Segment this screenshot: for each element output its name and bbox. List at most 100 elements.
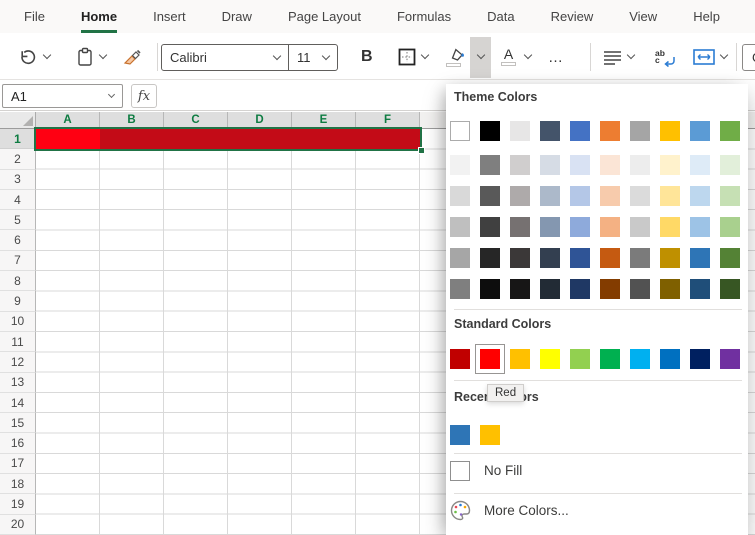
- menu-tab-page-layout[interactable]: Page Layout: [288, 0, 361, 33]
- color-swatch[interactable]: [450, 155, 470, 175]
- color-swatch[interactable]: [600, 248, 620, 268]
- row-header-5[interactable]: 5: [0, 210, 36, 230]
- color-swatch[interactable]: [690, 121, 710, 141]
- color-swatch[interactable]: [510, 349, 530, 369]
- menu-tab-insert[interactable]: Insert: [153, 0, 186, 33]
- color-swatch[interactable]: [480, 248, 500, 268]
- color-swatch[interactable]: [660, 248, 680, 268]
- color-swatch[interactable]: [480, 121, 500, 141]
- color-swatch[interactable]: [660, 217, 680, 237]
- color-swatch[interactable]: [690, 279, 710, 299]
- row-header-15[interactable]: 15: [0, 413, 36, 433]
- color-swatch[interactable]: [540, 121, 560, 141]
- format-painter-button[interactable]: [122, 35, 144, 79]
- color-swatch[interactable]: [690, 186, 710, 206]
- chevron-down-icon[interactable]: [99, 51, 107, 59]
- menu-tab-data[interactable]: Data: [487, 0, 514, 33]
- chevron-down-icon[interactable]: [421, 51, 429, 59]
- color-swatch[interactable]: [450, 217, 470, 237]
- menu-tab-help[interactable]: Help: [693, 0, 720, 33]
- row-header-2[interactable]: 2: [0, 149, 36, 169]
- row-header-19[interactable]: 19: [0, 494, 36, 514]
- color-swatch[interactable]: [510, 121, 530, 141]
- color-swatch[interactable]: [450, 248, 470, 268]
- row-header-4[interactable]: 4: [0, 190, 36, 210]
- row-header-9[interactable]: 9: [0, 291, 36, 311]
- color-swatch[interactable]: [570, 155, 590, 175]
- more-font-options-button[interactable]: …: [548, 35, 565, 79]
- color-swatch[interactable]: [570, 186, 590, 206]
- row-header-18[interactable]: 18: [0, 474, 36, 494]
- color-swatch[interactable]: [600, 121, 620, 141]
- color-swatch[interactable]: [570, 248, 590, 268]
- bold-button[interactable]: B: [361, 35, 373, 79]
- color-swatch[interactable]: [570, 121, 590, 141]
- color-swatch[interactable]: [630, 186, 650, 206]
- color-swatch[interactable]: [630, 121, 650, 141]
- color-swatch[interactable]: [480, 425, 500, 445]
- row-header-16[interactable]: 16: [0, 433, 36, 453]
- row-header-11[interactable]: 11: [0, 332, 36, 352]
- insert-function-button[interactable]: fx: [131, 84, 157, 108]
- row-header-1[interactable]: 1: [0, 129, 36, 149]
- color-swatch[interactable]: [510, 248, 530, 268]
- no-fill-label[interactable]: No Fill: [484, 463, 522, 478]
- color-swatch[interactable]: [480, 279, 500, 299]
- font-size-combobox[interactable]: 11: [288, 45, 337, 70]
- chevron-down-icon[interactable]: [524, 51, 532, 59]
- color-swatch[interactable]: [630, 155, 650, 175]
- row-header-13[interactable]: 13: [0, 373, 36, 393]
- color-swatch[interactable]: [690, 155, 710, 175]
- row-header-12[interactable]: 12: [0, 352, 36, 372]
- color-swatch[interactable]: [720, 279, 740, 299]
- color-swatch[interactable]: [600, 186, 620, 206]
- color-swatch[interactable]: [480, 349, 500, 369]
- menu-tab-draw[interactable]: Draw: [222, 0, 252, 33]
- color-swatch[interactable]: [480, 186, 500, 206]
- color-swatch[interactable]: [660, 186, 680, 206]
- chevron-down-icon[interactable]: [108, 90, 115, 97]
- row-header-7[interactable]: 7: [0, 251, 36, 271]
- select-all-button[interactable]: [0, 112, 36, 129]
- row-header-17[interactable]: 17: [0, 454, 36, 474]
- menu-tab-home[interactable]: Home: [81, 0, 117, 33]
- chevron-down-icon[interactable]: [273, 51, 281, 59]
- color-swatch[interactable]: [450, 349, 470, 369]
- color-swatch[interactable]: [510, 186, 530, 206]
- color-swatch[interactable]: [690, 248, 710, 268]
- color-swatch[interactable]: [630, 349, 650, 369]
- color-swatch[interactable]: [720, 217, 740, 237]
- color-swatch[interactable]: [720, 186, 740, 206]
- undo-button[interactable]: [18, 35, 50, 79]
- fill-color-button[interactable]: [446, 35, 484, 79]
- merge-cells-button[interactable]: [693, 35, 727, 79]
- borders-button[interactable]: [398, 35, 428, 79]
- row-header-14[interactable]: 14: [0, 393, 36, 413]
- chevron-down-icon[interactable]: [720, 51, 728, 59]
- font-color-button[interactable]: A: [501, 35, 531, 79]
- color-swatch[interactable]: [630, 248, 650, 268]
- menu-tab-view[interactable]: View: [629, 0, 657, 33]
- menu-tab-review[interactable]: Review: [551, 0, 594, 33]
- row-header-20[interactable]: 20: [0, 515, 36, 535]
- row-header-10[interactable]: 10: [0, 312, 36, 332]
- no-fill-swatch[interactable]: [450, 461, 470, 481]
- menu-tab-formulas[interactable]: Formulas: [397, 0, 451, 33]
- color-swatch[interactable]: [720, 121, 740, 141]
- color-swatch[interactable]: [540, 349, 560, 369]
- color-swatch[interactable]: [540, 279, 560, 299]
- font-name-combobox[interactable]: Calibri: [162, 45, 288, 70]
- row-header-8[interactable]: 8: [0, 271, 36, 291]
- alignment-button[interactable]: [603, 35, 634, 79]
- color-swatch[interactable]: [570, 349, 590, 369]
- color-swatch[interactable]: [570, 279, 590, 299]
- color-swatch[interactable]: [450, 186, 470, 206]
- color-swatch[interactable]: [570, 217, 590, 237]
- color-swatch[interactable]: [720, 248, 740, 268]
- chevron-down-icon[interactable]: [477, 51, 485, 59]
- name-box[interactable]: A1: [2, 84, 123, 108]
- color-swatch[interactable]: [450, 279, 470, 299]
- color-swatch[interactable]: [480, 217, 500, 237]
- color-swatch[interactable]: [540, 217, 560, 237]
- color-swatch[interactable]: [510, 279, 530, 299]
